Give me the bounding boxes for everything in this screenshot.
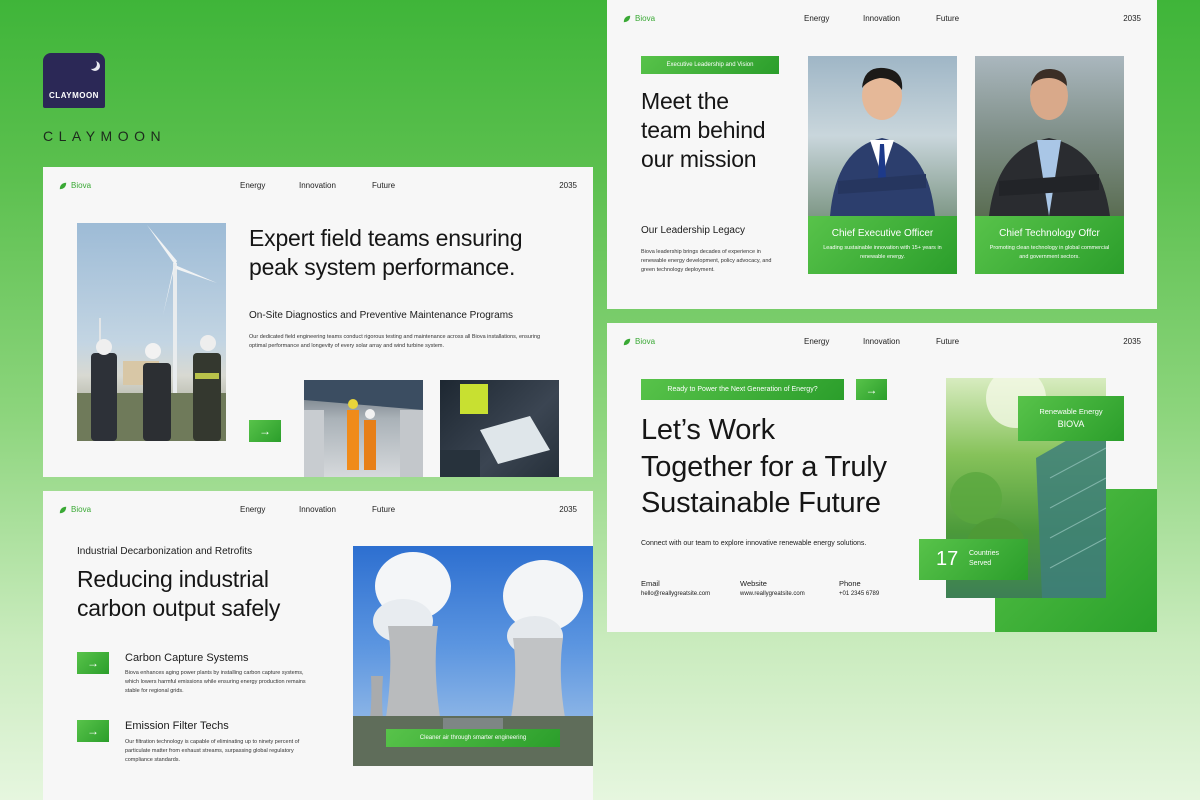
nav-year: 2035 — [1123, 14, 1141, 23]
brand[interactable]: Biova — [623, 14, 655, 23]
contact-website-value[interactable]: www.reallygreatsite.com — [740, 591, 805, 597]
top-nav: Biova Energy Innovation Future 2035 — [43, 491, 593, 527]
moon-icon — [87, 59, 97, 69]
stat-card: 17 Countries Served — [919, 539, 1028, 580]
field-title-line2: peak system performance. — [249, 254, 516, 280]
turbine-scene — [77, 225, 226, 441]
contact-title-line3: Sustainable Future — [641, 487, 881, 519]
arrow-right-icon: → — [87, 656, 99, 670]
feature-2-arrow-button[interactable]: → — [77, 720, 109, 742]
nav-innovation[interactable]: Innovation — [863, 337, 900, 346]
feature-1-arrow-button[interactable]: → — [77, 652, 109, 674]
brand[interactable]: Biova — [59, 505, 91, 514]
nav-innovation[interactable]: Innovation — [299, 505, 336, 514]
field-body: Our dedicated field engineering teams co… — [249, 334, 541, 349]
legacy-title: Our Leadership Legacy — [641, 225, 745, 236]
brand[interactable]: Biova — [59, 181, 91, 190]
nav-future[interactable]: Future — [936, 14, 959, 23]
arrow-right-icon: → — [87, 724, 99, 738]
top-nav: Biova Energy Innovation Future 2035 — [43, 167, 593, 203]
claymoon-logo-badge: CLAYMOON — [43, 53, 105, 108]
stat-label-line2: Served — [969, 560, 992, 567]
nav-year: 2035 — [559, 505, 577, 514]
nav-energy[interactable]: Energy — [804, 337, 829, 346]
nav-energy[interactable]: Energy — [240, 505, 265, 514]
towers-caption: Cleaner air through smarter engineering — [386, 729, 560, 747]
nav-year: 2035 — [1123, 337, 1141, 346]
claymoon-badge-text: CLAYMOON — [49, 91, 99, 100]
ceo-info-panel: Chief Executive Officer Leading sustaina… — [808, 216, 957, 274]
cta-arrow-button[interactable]: → — [856, 379, 887, 400]
slide-field-teams: Biova Energy Innovation Future 2035 Expe… — [43, 167, 593, 477]
cto-role: Chief Technology Offcr — [999, 228, 1100, 239]
team-card-cto: Chief Technology Offcr Promoting clean t… — [975, 56, 1124, 274]
contact-title-line2: Together for a Truly — [641, 451, 887, 483]
team-card-ceo: Chief Executive Officer Leading sustaina… — [808, 56, 957, 274]
contact-phone-value[interactable]: +01 2345 6789 — [839, 591, 879, 597]
contact-phone-label: Phone — [839, 579, 861, 588]
biova-badge-line2: BIOVA — [1057, 419, 1085, 429]
nav-future[interactable]: Future — [372, 505, 395, 514]
field-subtitle: On-Site Diagnostics and Preventive Maint… — [249, 310, 514, 321]
cto-desc: Promoting clean technology in global com… — [989, 245, 1110, 260]
cta-pill[interactable]: Ready to Power the Next Generation of En… — [641, 379, 844, 400]
blueprint-scene — [440, 384, 550, 477]
ceo-role: Chief Executive Officer — [831, 228, 934, 239]
cto-info-panel: Chief Technology Offcr Promoting clean t… — [975, 216, 1124, 274]
stat-label-line1: Countries — [969, 550, 999, 557]
contact-intro: Connect with our team to explore innovat… — [641, 540, 867, 547]
slide-team: Biova Energy Innovation Future 2035 Exec… — [607, 0, 1157, 309]
cto-photo — [975, 56, 1124, 216]
ceo-photo — [808, 56, 957, 216]
feature-2-title: Emission Filter Techs — [125, 720, 229, 732]
ceo-desc: Leading sustainable innovation with 15+ … — [823, 245, 942, 260]
arrow-right-icon: → — [865, 382, 878, 397]
solar-technicians-photo — [304, 380, 423, 477]
leaf-icon — [623, 338, 631, 345]
cooling-towers-photo: Cleaner air through smarter engineering — [353, 546, 593, 766]
nav-future[interactable]: Future — [936, 337, 959, 346]
leaf-icon — [59, 506, 67, 513]
team-title-line2: team behind — [641, 117, 766, 143]
top-nav: Biova Energy Innovation Future 2035 — [607, 323, 1157, 359]
nav-innovation[interactable]: Innovation — [299, 181, 336, 190]
field-arrow-button[interactable]: → — [249, 420, 281, 442]
industrial-title-line2: carbon output safely — [77, 595, 281, 621]
cto-portrait — [989, 68, 1110, 216]
biova-badge-line1: Renewable Energy — [1039, 407, 1103, 416]
feature-2-body: Our filtration technology is capable of … — [125, 739, 300, 763]
team-title-line1: Meet the — [641, 88, 729, 114]
nav-energy[interactable]: Energy — [240, 181, 265, 190]
industrial-title-line1: Reducing industrial — [77, 566, 269, 592]
contact-email-label: Email — [641, 579, 660, 588]
solar-scene — [304, 380, 423, 477]
slide-contact: Biova Energy Innovation Future 2035 Read… — [607, 323, 1157, 632]
contact-title-line1: Let’s Work — [641, 414, 775, 446]
feature-1-title: Carbon Capture Systems — [125, 652, 249, 664]
field-title-line1: Expert field teams ensuring — [249, 225, 523, 251]
biova-badge: Renewable Energy BIOVA — [1018, 396, 1124, 441]
leaf-icon — [623, 15, 631, 22]
stat-number: 17 — [936, 548, 959, 570]
nav-future[interactable]: Future — [372, 181, 395, 190]
contact-email-value[interactable]: hello@reallygreatsite.com — [641, 591, 710, 597]
arrow-right-icon: → — [259, 424, 271, 438]
team-tag: Executive Leadership and Vision — [641, 56, 779, 74]
nav-energy[interactable]: Energy — [804, 14, 829, 23]
feature-1-body: Biova enhances aging power plants by ins… — [125, 670, 306, 694]
slide-industrial: Biova Energy Innovation Future 2035 Indu… — [43, 491, 593, 800]
team-title-line3: our mission — [641, 146, 757, 172]
leaf-icon — [59, 182, 67, 189]
legacy-body: Biova leadership brings decades of exper… — [641, 249, 772, 273]
nav-year: 2035 — [559, 181, 577, 190]
top-nav: Biova Energy Innovation Future 2035 — [607, 0, 1157, 36]
field-engineers-photo — [77, 223, 226, 441]
ceo-portrait — [830, 67, 935, 216]
claymoon-wordmark: CLAYMOON — [43, 128, 167, 144]
blueprint-review-photo — [440, 380, 559, 477]
brand[interactable]: Biova — [623, 337, 655, 346]
nav-innovation[interactable]: Innovation — [863, 14, 900, 23]
contact-website-label: Website — [740, 579, 767, 588]
industrial-eyebrow: Industrial Decarbonization and Retrofits — [77, 546, 253, 557]
